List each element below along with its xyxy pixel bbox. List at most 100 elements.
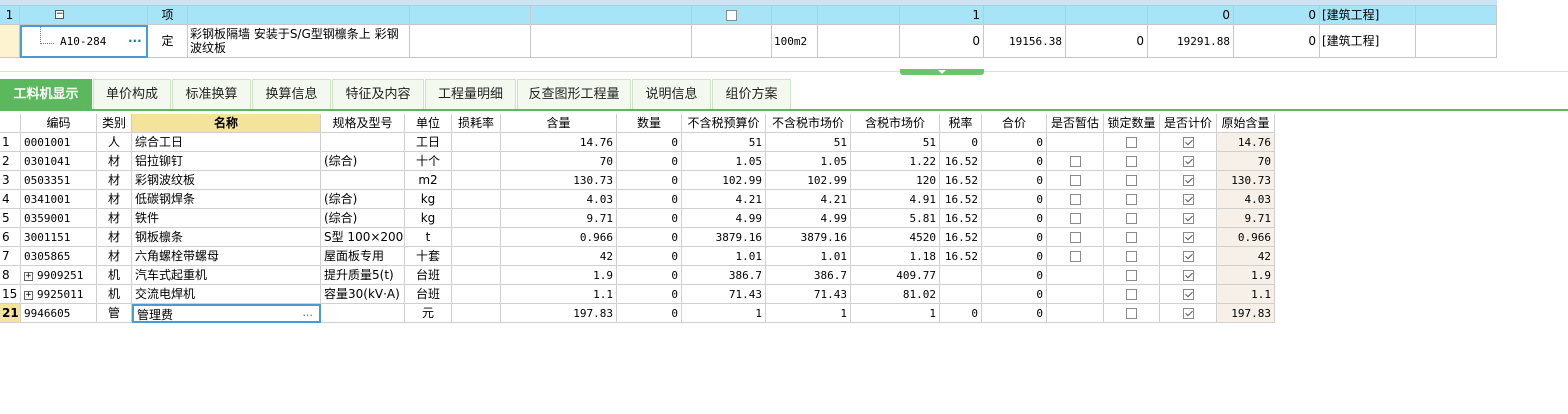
taxed-market-price-cell[interactable]: 409.77 xyxy=(851,266,940,285)
checkbox[interactable] xyxy=(1126,270,1137,281)
loss-rate-cell[interactable] xyxy=(452,209,501,228)
checkbox-checked[interactable] xyxy=(1182,308,1194,319)
code-cell[interactable]: 3001151 xyxy=(21,228,97,247)
column-header-type[interactable]: 类别 xyxy=(97,114,132,133)
unit-cell[interactable]: 十套 xyxy=(405,247,452,266)
original-content-cell[interactable]: 1.1 xyxy=(1217,285,1275,304)
upper-cell[interactable] xyxy=(692,25,772,58)
upper-cell[interactable] xyxy=(1416,25,1497,58)
row-number[interactable]: 21 xyxy=(0,304,21,323)
content-cell[interactable]: 9.71 xyxy=(501,209,617,228)
is-estimate-cell[interactable] xyxy=(1047,209,1104,228)
quantity-cell[interactable]: 0 xyxy=(617,304,682,323)
total-cell[interactable]: 0 xyxy=(982,171,1047,190)
upper-cell[interactable] xyxy=(1416,6,1497,25)
pretax-budget-price-cell[interactable]: 1 xyxy=(682,304,766,323)
column-header-pretax-budget-price[interactable]: 不含税预算价 xyxy=(682,114,766,133)
column-header-tax-rate[interactable]: 税率 xyxy=(940,114,982,133)
column-header-total[interactable]: 合价 xyxy=(982,114,1047,133)
spec-cell[interactable]: 容量30(kV·A) xyxy=(321,285,405,304)
type-cell[interactable]: 材 xyxy=(97,152,132,171)
pretax-market-price-cell[interactable]: 386.7 xyxy=(766,266,851,285)
name-cell[interactable]: 钢板檩条 xyxy=(132,228,321,247)
original-content-cell[interactable]: 1.9 xyxy=(1217,266,1275,285)
locked-qty-cell[interactable] xyxy=(1104,285,1160,304)
is-estimate-cell[interactable] xyxy=(1047,266,1104,285)
upper-code-cell[interactable]: A10-284 ··· xyxy=(20,25,148,58)
total-cell[interactable]: 0 xyxy=(982,266,1047,285)
type-cell[interactable]: 材 xyxy=(97,171,132,190)
column-header-loss-rate[interactable]: 损耗率 xyxy=(452,114,501,133)
pretax-budget-price-cell[interactable]: 3879.16 xyxy=(682,228,766,247)
is-priced-cell[interactable] xyxy=(1160,266,1217,285)
is-estimate-cell[interactable] xyxy=(1047,285,1104,304)
row-number[interactable]: 1 xyxy=(0,133,21,152)
original-content-cell[interactable]: 9.71 xyxy=(1217,209,1275,228)
tab-conversion-info[interactable]: 换算信息 xyxy=(252,79,331,109)
is-priced-cell[interactable] xyxy=(1160,209,1217,228)
row-number[interactable]: 8 xyxy=(0,266,21,285)
name-cell[interactable]: 汽车式起重机 xyxy=(132,266,321,285)
loss-rate-cell[interactable] xyxy=(452,171,501,190)
checkbox[interactable] xyxy=(1126,194,1137,205)
quantity-cell[interactable]: 0 xyxy=(617,228,682,247)
name-cell[interactable]: 综合工日 xyxy=(132,133,321,152)
checkbox[interactable] xyxy=(1126,251,1137,262)
row-number[interactable]: 2 xyxy=(0,152,21,171)
upper-type-cell[interactable]: 项 xyxy=(148,6,188,25)
code-cell[interactable]: 0301041 xyxy=(21,152,97,171)
taxed-market-price-cell[interactable]: 51 xyxy=(851,133,940,152)
upper-price-cell[interactable]: 19156.38 xyxy=(984,25,1066,58)
unit-cell[interactable]: kg xyxy=(405,209,452,228)
upper-cell[interactable]: 0 xyxy=(1066,25,1148,58)
pretax-budget-price-cell[interactable]: 386.7 xyxy=(682,266,766,285)
loss-rate-cell[interactable] xyxy=(452,228,501,247)
locked-qty-cell[interactable] xyxy=(1104,304,1160,323)
checkbox-checked[interactable] xyxy=(1182,213,1194,224)
upper-category-cell[interactable]: [建筑工程] xyxy=(1320,25,1416,58)
column-header-code[interactable]: 编码 xyxy=(21,114,97,133)
spec-cell[interactable] xyxy=(321,171,405,190)
taxed-market-price-cell[interactable]: 4520 xyxy=(851,228,940,247)
locked-qty-cell[interactable] xyxy=(1104,247,1160,266)
is-priced-cell[interactable] xyxy=(1160,285,1217,304)
loss-rate-cell[interactable] xyxy=(452,304,501,323)
locked-qty-cell[interactable] xyxy=(1104,209,1160,228)
checkbox-checked[interactable] xyxy=(1182,175,1194,186)
checkbox[interactable] xyxy=(1069,175,1081,186)
name-cell[interactable]: 彩钢波纹板 xyxy=(132,171,321,190)
column-header-quantity[interactable]: 数量 xyxy=(617,114,682,133)
checkbox-checked[interactable] xyxy=(1182,137,1194,148)
upper-total-cell[interactable]: 19291.88 xyxy=(1148,25,1234,58)
checkbox[interactable] xyxy=(1126,213,1137,224)
quantity-cell[interactable]: 0 xyxy=(617,171,682,190)
content-cell[interactable]: 130.73 xyxy=(501,171,617,190)
row-number[interactable]: 3 xyxy=(0,171,21,190)
code-cell[interactable]: 0001001 xyxy=(21,133,97,152)
spec-cell[interactable]: 屋面板专用 xyxy=(321,247,405,266)
expand-icon[interactable]: + xyxy=(24,290,33,300)
is-estimate-cell[interactable] xyxy=(1047,247,1104,266)
tax-rate-cell[interactable]: 16.52 xyxy=(940,209,982,228)
code-cell[interactable]: +9925011 xyxy=(21,285,97,304)
spec-cell[interactable]: 提升质量5(t) xyxy=(321,266,405,285)
original-content-cell[interactable]: 14.76 xyxy=(1217,133,1275,152)
type-cell[interactable]: 机 xyxy=(97,266,132,285)
checkbox[interactable] xyxy=(1069,251,1081,262)
name-cell[interactable]: 铁件 xyxy=(132,209,321,228)
total-cell[interactable]: 0 xyxy=(982,152,1047,171)
locked-qty-cell[interactable] xyxy=(1104,133,1160,152)
upper-name-cell[interactable] xyxy=(188,6,410,25)
locked-qty-cell[interactable] xyxy=(1104,152,1160,171)
spec-cell[interactable]: (综合) xyxy=(321,209,405,228)
is-priced-cell[interactable] xyxy=(1160,133,1217,152)
taxed-market-price-cell[interactable]: 120 xyxy=(851,171,940,190)
pretax-market-price-cell[interactable]: 1.01 xyxy=(766,247,851,266)
tax-rate-cell[interactable]: 16.52 xyxy=(940,171,982,190)
loss-rate-cell[interactable] xyxy=(452,266,501,285)
code-cell[interactable]: 0341001 xyxy=(21,190,97,209)
checkbox[interactable] xyxy=(1069,213,1081,224)
pretax-budget-price-cell[interactable]: 4.21 xyxy=(682,190,766,209)
is-estimate-cell[interactable] xyxy=(1047,171,1104,190)
unit-cell[interactable]: 十个 xyxy=(405,152,452,171)
